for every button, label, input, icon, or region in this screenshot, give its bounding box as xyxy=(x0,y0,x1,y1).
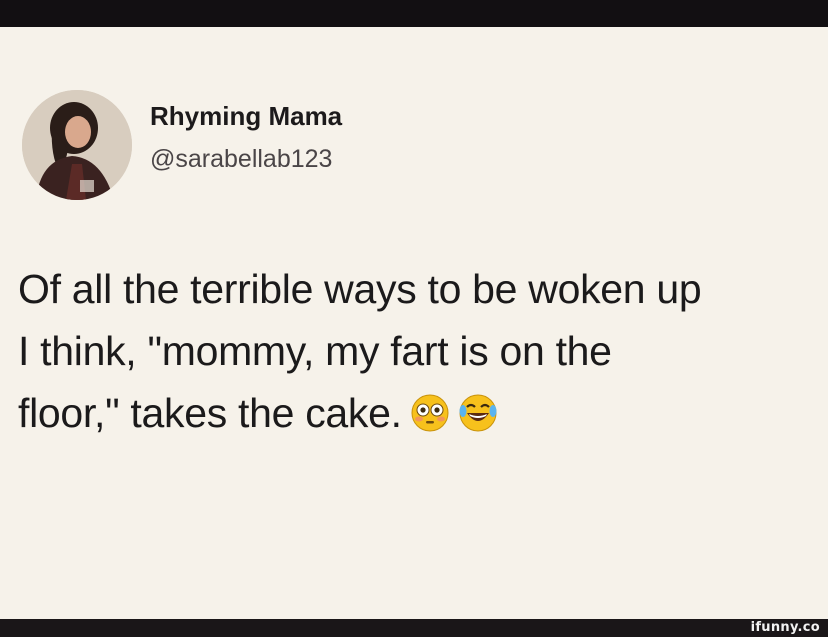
tweet-line-text: floor," takes the cake. xyxy=(18,390,402,436)
watermark: ifunny.co xyxy=(750,620,820,635)
tweet-screenshot: Rhyming Mama @sarabellab123 Of all the t… xyxy=(0,0,828,637)
tweet-line: Of all the terrible ways to be woken up xyxy=(18,266,702,312)
avatar[interactable] xyxy=(22,90,132,200)
user-handle[interactable]: @sarabellab123 xyxy=(150,145,332,174)
top-border-bar xyxy=(0,0,828,27)
laughing-tears-face-icon xyxy=(458,393,498,433)
profile-photo-icon xyxy=(22,90,132,200)
tweet-body: Of all the terrible ways to be woken up … xyxy=(18,258,818,444)
flushed-face-icon xyxy=(410,393,450,433)
tweet-line: I think, "mommy, my fart is on the xyxy=(18,328,612,374)
bottom-border-bar xyxy=(0,619,828,637)
tweet-line-last: floor," takes the cake. xyxy=(18,382,818,444)
display-name[interactable]: Rhyming Mama xyxy=(150,101,342,132)
